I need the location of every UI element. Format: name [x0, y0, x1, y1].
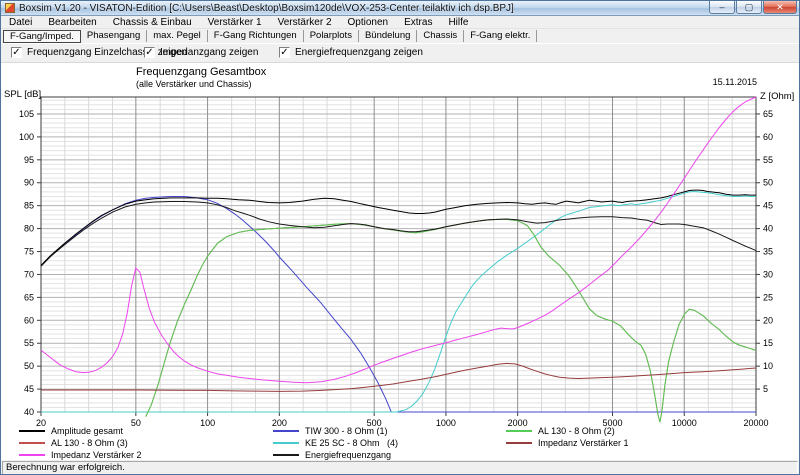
svg-text:35: 35: [763, 247, 773, 257]
y-axis-right-label: Z [Ohm]: [760, 91, 794, 102]
legend-swatch: [273, 442, 299, 444]
svg-text:75: 75: [24, 247, 34, 257]
y-axis-left-label: SPL [dB]: [4, 89, 41, 100]
frequency-response-chart: 40 45 50 55 60 65 70 75 80 85 90 95 100 105 5 10 15 20 25 3…: [1, 63, 800, 460]
legend-label: AL 130 - 8 Ohm (2): [538, 426, 615, 436]
legend-item-impedanz-verst-rker-2: Impedanz Verstärker 2: [19, 449, 142, 461]
legend-label: Impedanz Verstärker 1: [538, 438, 629, 448]
checkmark-icon[interactable]: ✓: [279, 47, 290, 58]
svg-text:45: 45: [24, 384, 34, 394]
legend-label: Impedanz Verstärker 2: [51, 450, 142, 460]
app-window: Boxsim V1.20 - VISATON-Edition [C:\Users…: [0, 0, 800, 475]
minimize-button[interactable]: –: [709, 1, 735, 14]
menu-item-verst-rker-1[interactable]: Verstärker 1: [200, 17, 270, 28]
svg-text:90: 90: [24, 178, 34, 188]
menu-item-extras[interactable]: Extras: [396, 17, 440, 28]
legend-swatch: [19, 442, 45, 444]
chart-subtitle: (alle Verstärker und Chassis): [136, 79, 252, 89]
legend-swatch: [273, 454, 299, 456]
legend-swatch: [19, 430, 45, 432]
legend-label: AL 130 - 8 Ohm (3): [51, 438, 128, 448]
svg-text:60: 60: [763, 132, 773, 142]
menu-item-verst-rker-2[interactable]: Verstärker 2: [270, 17, 340, 28]
tab-b-ndelung[interactable]: Bündelung: [359, 30, 417, 42]
checkbox-row: ✓Frequenzgang Einzelchassis zeigen✓Imped…: [1, 43, 799, 63]
svg-text:15: 15: [763, 338, 773, 348]
status-text: Berechnung war erfolgreich.: [2, 461, 798, 475]
app-icon: [5, 3, 15, 13]
svg-text:1000: 1000: [436, 418, 456, 428]
svg-text:40: 40: [763, 224, 773, 234]
chart-date: 15.11.2015: [713, 77, 757, 87]
chart-panel: 40 45 50 55 60 65 70 75 80 85 90 95 100 105 5 10 15 20 25 3…: [1, 63, 799, 460]
menu-item-datei[interactable]: Datei: [1, 17, 40, 28]
menu-item-bearbeiten[interactable]: Bearbeiten: [40, 17, 104, 28]
svg-text:40: 40: [24, 407, 34, 417]
chart-title: Frequenzgang Gesamtbox: [136, 66, 266, 78]
checkbox-energiefrequenzgang-zeigen[interactable]: ✓ Energiefrequenzgang zeigen: [279, 47, 423, 58]
legend-item-tiw-300-8-ohm-1: TIW 300 - 8 Ohm (1): [273, 425, 388, 437]
legend-label: TIW 300 - 8 Ohm (1): [305, 426, 388, 436]
tab-polarplots[interactable]: Polarplots: [304, 30, 359, 42]
window-title: Boxsim V1.20 - VISATON-Edition [C:\Users…: [19, 3, 514, 14]
tab-bar: F-Gang/Imped.Phasengangmax. PegelF-Gang …: [1, 29, 799, 43]
tab-f-gang-imped[interactable]: F-Gang/Imped.: [3, 30, 81, 43]
legend-swatch: [273, 430, 299, 432]
legend-item-energiefrequenzgang: Energiefrequenzgang: [273, 449, 391, 461]
menu-item-optionen[interactable]: Optionen: [340, 17, 397, 28]
menu-bar: DateiBearbeitenChassis & EinbauVerstärke…: [1, 16, 799, 29]
svg-text:10: 10: [763, 361, 773, 371]
legend-item-impedanz-verst-rker-1: Impedanz Verstärker 1: [506, 437, 629, 449]
svg-text:10000: 10000: [672, 418, 697, 428]
svg-text:60: 60: [24, 315, 34, 325]
svg-text:80: 80: [24, 224, 34, 234]
legend-swatch: [506, 442, 532, 444]
svg-text:65: 65: [24, 292, 34, 302]
svg-text:5: 5: [763, 384, 768, 394]
svg-text:50: 50: [763, 178, 773, 188]
tab-f-gang-elektr[interactable]: F-Gang elektr.: [464, 30, 537, 42]
legend-label: KE 25 SC - 8 Ohm (4): [305, 438, 398, 448]
legend-item-amplitude-gesamt: Amplitude gesamt: [19, 425, 123, 437]
legend-label: Energiefrequenzgang: [305, 450, 391, 460]
legend-label: Amplitude gesamt: [51, 426, 123, 436]
legend-swatch: [506, 430, 532, 432]
svg-text:70: 70: [24, 269, 34, 279]
svg-text:20000: 20000: [743, 418, 768, 428]
svg-text:50: 50: [24, 361, 34, 371]
status-bar: Berechnung war erfolgreich.: [1, 460, 799, 475]
svg-text:85: 85: [24, 201, 34, 211]
svg-text:95: 95: [24, 155, 34, 165]
svg-text:55: 55: [24, 338, 34, 348]
svg-text:100: 100: [200, 418, 215, 428]
svg-text:100: 100: [19, 132, 34, 142]
legend-item-ke-25-sc-8-ohm-4: KE 25 SC - 8 Ohm (4): [273, 437, 398, 449]
svg-text:105: 105: [19, 109, 34, 119]
checkmark-icon[interactable]: ✓: [11, 47, 22, 58]
maximize-button[interactable]: ▢: [736, 1, 762, 14]
checkbox-label: Energiefrequenzgang zeigen: [295, 47, 423, 58]
tab-max-pegel[interactable]: max. Pegel: [147, 30, 208, 42]
legend-item-al-130-8-ohm-2: AL 130 - 8 Ohm (2): [506, 425, 615, 437]
svg-text:25: 25: [763, 292, 773, 302]
svg-text:65: 65: [763, 109, 773, 119]
tab-phasengang[interactable]: Phasengang: [81, 30, 147, 42]
close-button[interactable]: ✕: [763, 1, 797, 14]
svg-text:50: 50: [131, 418, 141, 428]
svg-text:20: 20: [763, 315, 773, 325]
menu-item-chassis-einbau[interactable]: Chassis & Einbau: [105, 17, 200, 28]
checkbox-label: Impedanzgang zeigen: [160, 47, 258, 58]
legend-item-al-130-8-ohm-3: AL 130 - 8 Ohm (3): [19, 437, 128, 449]
checkbox-impedanzgang-zeigen[interactable]: ✓ Impedanzgang zeigen: [144, 47, 258, 58]
checkmark-icon[interactable]: ✓: [144, 47, 155, 58]
legend-swatch: [19, 454, 45, 456]
svg-text:45: 45: [763, 201, 773, 211]
svg-text:55: 55: [763, 155, 773, 165]
tab-f-gang-richtungen[interactable]: F-Gang Richtungen: [208, 30, 304, 42]
tab-chassis[interactable]: Chassis: [417, 30, 464, 42]
title-bar: Boxsim V1.20 - VISATON-Edition [C:\Users…: [1, 1, 799, 16]
menu-item-hilfe[interactable]: Hilfe: [440, 17, 476, 28]
svg-text:30: 30: [763, 269, 773, 279]
